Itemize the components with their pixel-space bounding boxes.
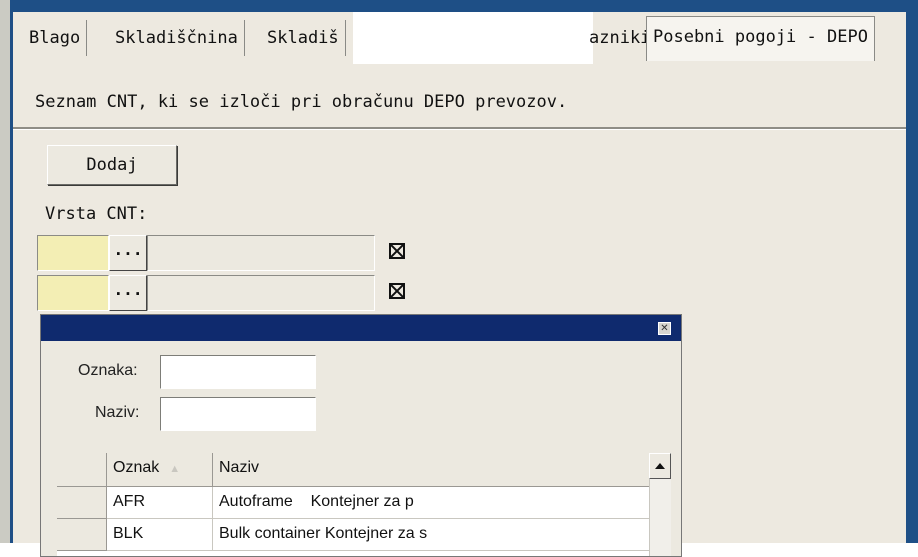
window-right-border [906,0,918,543]
description-text: Seznam CNT, ki se izloči pri obračunu DE… [35,92,568,112]
oznaka-label: Oznaka: [78,362,138,379]
sort-icon: ▲ [169,463,181,475]
results-grid: Oznak ▲ Naziv AFR Autoframe Kontejner za … [57,453,665,556]
cell-name[interactable]: Autoframe Kontejner za p [213,487,665,519]
tab-strip: Blago Skladiščnina Skladiš azniki Posebn… [13,12,906,64]
column-label: Oznak [113,459,160,476]
lookup-button[interactable]: ... [109,235,147,271]
tab-blago[interactable]: Blago [23,20,88,56]
main-window: Blago Skladiščnina Skladiš azniki Posebn… [13,12,906,557]
redacted-area [353,12,593,64]
row-selector[interactable] [57,487,107,519]
column-header-naziv[interactable]: Naziv [213,453,665,487]
cnt-name-field [147,235,375,271]
item-description: Kontejner za p [310,493,414,510]
item-name: Bulk container [219,525,321,542]
cnt-code-input[interactable] [37,275,109,311]
tab-skladiscnina[interactable]: Skladiščnina [109,20,245,56]
cell-name[interactable]: Bulk container Kontejner za s [213,519,665,551]
window-top-border [10,0,918,12]
section-divider [13,127,906,130]
item-description: Kontejner za s [324,525,428,542]
column-header-oznaka[interactable]: Oznak ▲ [107,453,213,487]
cnt-code-input[interactable] [37,235,109,271]
cell-code[interactable]: AFR [107,487,213,519]
vrsta-cnt-label: Vrsta CNT: [45,204,148,224]
popup-titlebar[interactable] [41,315,681,341]
scrollbar-track[interactable] [649,479,671,556]
tab-skladis[interactable]: Skladiš [261,20,346,56]
add-button[interactable]: Dodaj [47,145,177,185]
scroll-up-arrow-icon[interactable] [649,453,671,479]
item-name: Autoframe [219,493,293,510]
naziv-label: Naziv: [95,404,140,421]
grid-corner [57,453,107,487]
oznaka-input[interactable] [160,355,316,389]
remove-checkbox-icon[interactable] [389,283,405,299]
tab-posebni-pogoji-depo[interactable]: Posebni pogoji - DEPO [646,16,875,61]
lookup-popup: ✕ Oznaka: Naziv: Oznak ▲ Naziv AFR Autofr… [40,314,682,557]
naziv-input[interactable] [160,397,316,431]
lookup-button[interactable]: ... [109,275,147,311]
close-icon[interactable]: ✕ [658,322,671,335]
cnt-name-field [147,275,375,311]
cell-code[interactable]: BLK [107,519,213,551]
row-selector[interactable] [57,519,107,551]
remove-checkbox-icon[interactable] [389,243,405,259]
